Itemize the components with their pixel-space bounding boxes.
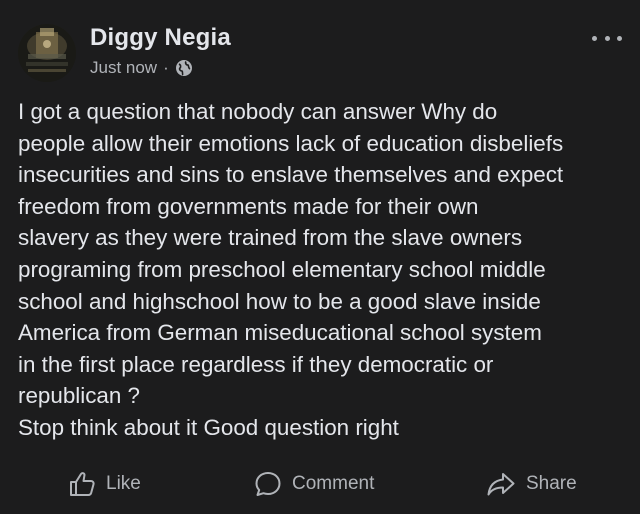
post-meta: Just now ·	[90, 58, 193, 78]
comment-bubble-icon	[254, 470, 282, 498]
post-card: Diggy Negia Just now · I got a question …	[0, 0, 640, 514]
post-actions: Like Comment Share	[0, 462, 640, 506]
author-name[interactable]: Diggy Negia	[90, 24, 231, 52]
post-body: I got a question that nobody can answer …	[18, 99, 564, 440]
like-label: Like	[106, 473, 141, 494]
thumbs-up-icon	[68, 470, 96, 498]
globe-icon[interactable]	[175, 59, 193, 77]
post-header: Diggy Negia Just now ·	[18, 22, 622, 82]
comment-button[interactable]: Comment	[254, 462, 374, 506]
more-options-button[interactable]	[592, 28, 622, 48]
more-dot-icon	[604, 35, 610, 41]
timestamp[interactable]: Just now	[90, 58, 157, 78]
avatar[interactable]	[18, 24, 76, 82]
share-arrow-icon	[486, 470, 516, 498]
like-button[interactable]: Like	[68, 462, 141, 506]
meta-separator: ·	[163, 58, 169, 77]
share-button[interactable]: Share	[486, 462, 577, 506]
more-dot-icon	[592, 35, 597, 41]
comment-label: Comment	[292, 473, 375, 494]
avatar-image	[18, 24, 76, 82]
more-dot-icon	[617, 35, 622, 41]
share-label: Share	[526, 473, 577, 494]
